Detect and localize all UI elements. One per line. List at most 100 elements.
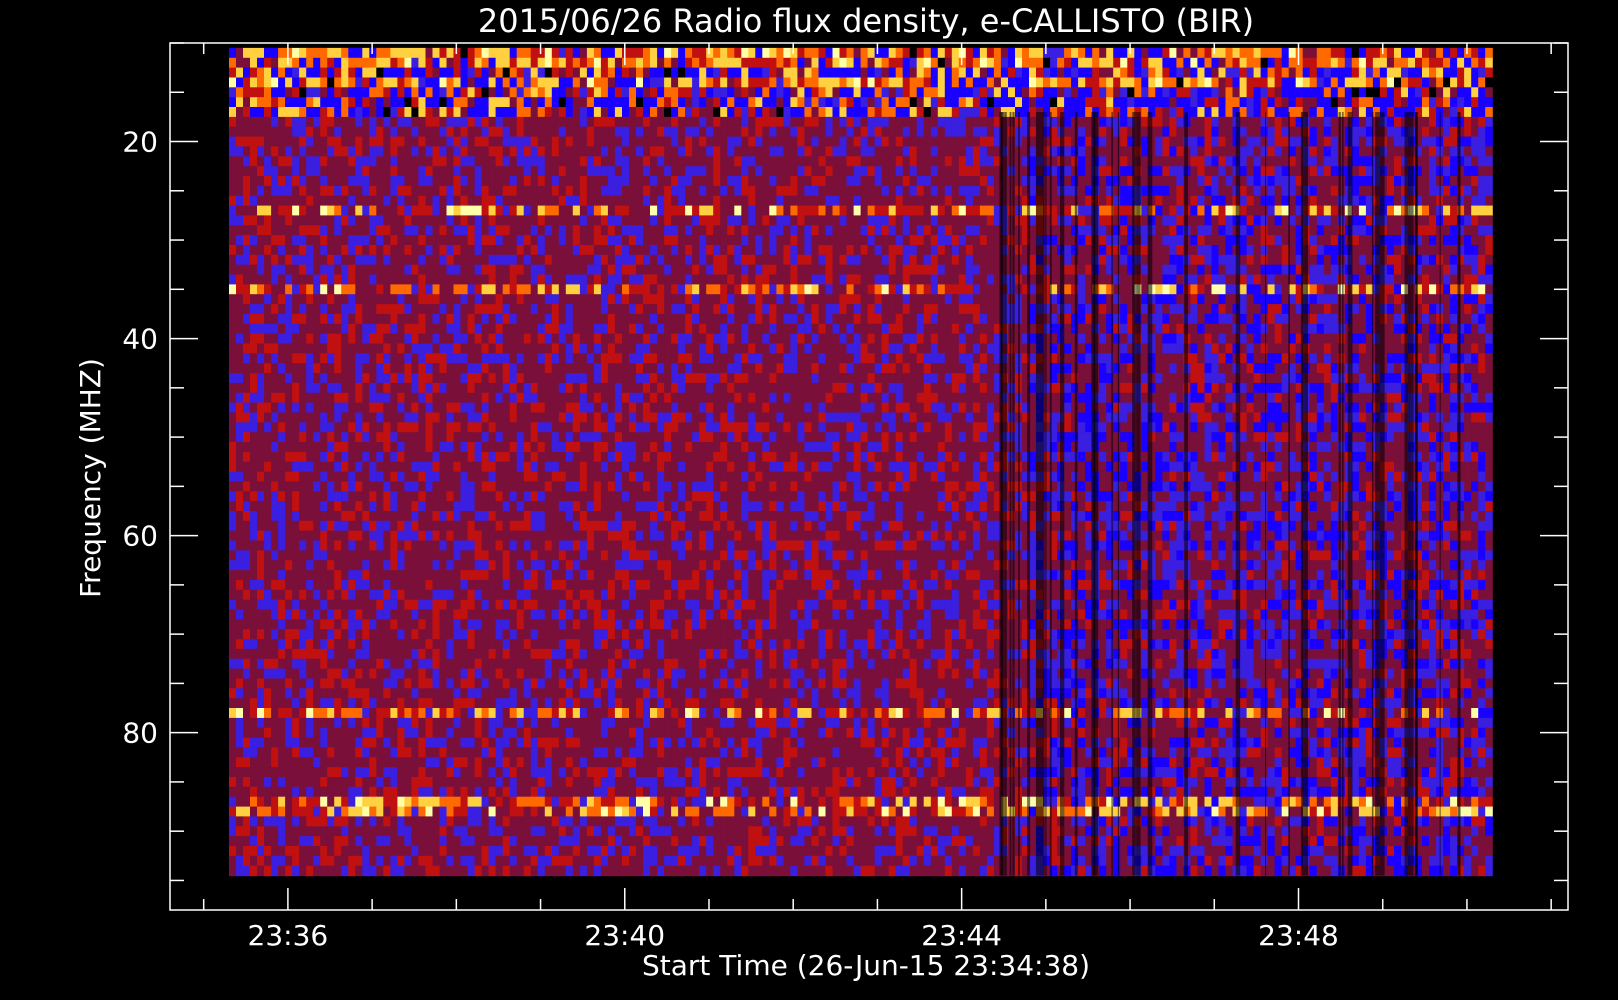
heat-cell [1015, 47, 1023, 59]
heat-cell [1162, 67, 1170, 79]
heat-cell [1204, 225, 1213, 236]
heat-cell [257, 274, 265, 285]
heat-cell [1197, 126, 1205, 138]
heat-cell [327, 284, 335, 295]
heat-cell [1204, 156, 1213, 167]
heat-cell [1162, 225, 1170, 236]
heat-cell [1422, 225, 1430, 236]
heat-cell [1162, 146, 1170, 157]
heat-cell [1450, 146, 1458, 157]
heat-cell [1113, 176, 1121, 187]
heat-cell [1197, 47, 1205, 59]
heat-cell [418, 136, 426, 148]
heat-cell [341, 107, 349, 118]
heat-cell [285, 77, 293, 88]
heat-cell [390, 284, 398, 295]
heat-cell [502, 136, 511, 148]
heat-cell [1211, 294, 1220, 305]
heat-cell [1394, 284, 1402, 295]
heat-cell [292, 304, 300, 315]
heat-cell [1330, 195, 1339, 207]
heat-cell [299, 274, 307, 285]
heat-cell [1478, 107, 1486, 118]
heat-cell [1429, 77, 1437, 88]
heat-cell [657, 47, 665, 59]
heat-cell [474, 67, 483, 79]
heat-cell [1478, 156, 1486, 167]
heat-cell [1085, 97, 1093, 108]
heat-cell [1429, 57, 1437, 69]
heat-cell [362, 215, 370, 226]
heat-cell [1169, 166, 1177, 177]
heat-cell [1386, 47, 1395, 59]
heat-cell [1197, 284, 1205, 295]
heat-cell [636, 215, 644, 226]
heat-cell [376, 245, 384, 256]
heat-cell [558, 185, 567, 197]
heat-cell [706, 156, 714, 167]
heat-cell [341, 166, 349, 177]
heat-cell [1260, 136, 1269, 148]
heat-cell [811, 284, 820, 295]
heat-cell [650, 245, 658, 256]
heat-cell [1478, 77, 1486, 88]
heat-cell [1218, 107, 1227, 118]
heat-cell [1471, 225, 1479, 236]
heat-cell [607, 313, 616, 325]
heat-cell [250, 254, 258, 266]
heat-cell [1471, 254, 1479, 266]
heat-cell [825, 97, 834, 108]
heat-cell [629, 97, 637, 108]
heat-cell [755, 235, 763, 246]
heat-cell [741, 57, 749, 69]
heat-cell [636, 156, 644, 167]
heat-cell [1302, 47, 1311, 59]
heat-cell [467, 245, 476, 256]
heat-cell [1316, 205, 1325, 217]
heat-cell [832, 185, 841, 197]
heat-cell [1485, 195, 1493, 207]
heat-cell [643, 264, 651, 276]
heat-cell [762, 294, 770, 305]
heat-cell [1190, 185, 1198, 197]
heat-cell [1169, 136, 1177, 148]
heat-cell [706, 245, 714, 256]
heat-cell [397, 107, 405, 118]
heat-cell [488, 47, 497, 59]
heat-cell [629, 205, 637, 217]
heat-cell [846, 136, 855, 148]
heat-cell [1120, 107, 1128, 118]
heat-cell [278, 87, 286, 98]
heat-cell [853, 294, 862, 305]
heat-cell [1078, 205, 1086, 217]
heat-cell [572, 264, 581, 276]
heat-cell [292, 225, 300, 236]
heat-cell [986, 107, 995, 118]
heat-cell [685, 116, 693, 128]
heat-cell [369, 116, 377, 128]
heat-cell [930, 195, 939, 207]
heat-cell [706, 215, 714, 226]
heat-cell [446, 116, 455, 128]
heat-cell [930, 205, 939, 217]
heat-cell [411, 176, 419, 187]
heat-cell [643, 166, 651, 177]
heat-cell [523, 166, 532, 177]
heat-cell [271, 304, 279, 315]
heat-cell [586, 126, 595, 138]
heat-cell [846, 116, 855, 128]
heat-cell [951, 313, 960, 325]
heat-cell [481, 146, 490, 157]
heat-cell [1485, 136, 1493, 148]
heat-cell [923, 313, 932, 325]
heat-cell [958, 304, 967, 315]
heat-cell [229, 156, 237, 167]
heat-cell [720, 156, 728, 167]
heat-cell [643, 97, 651, 108]
heat-cell [1120, 146, 1128, 157]
heat-cell [1394, 205, 1402, 217]
heat-cell [313, 235, 321, 246]
heat-cell [671, 57, 679, 69]
heat-cell [636, 274, 644, 285]
heat-cell [804, 47, 812, 59]
